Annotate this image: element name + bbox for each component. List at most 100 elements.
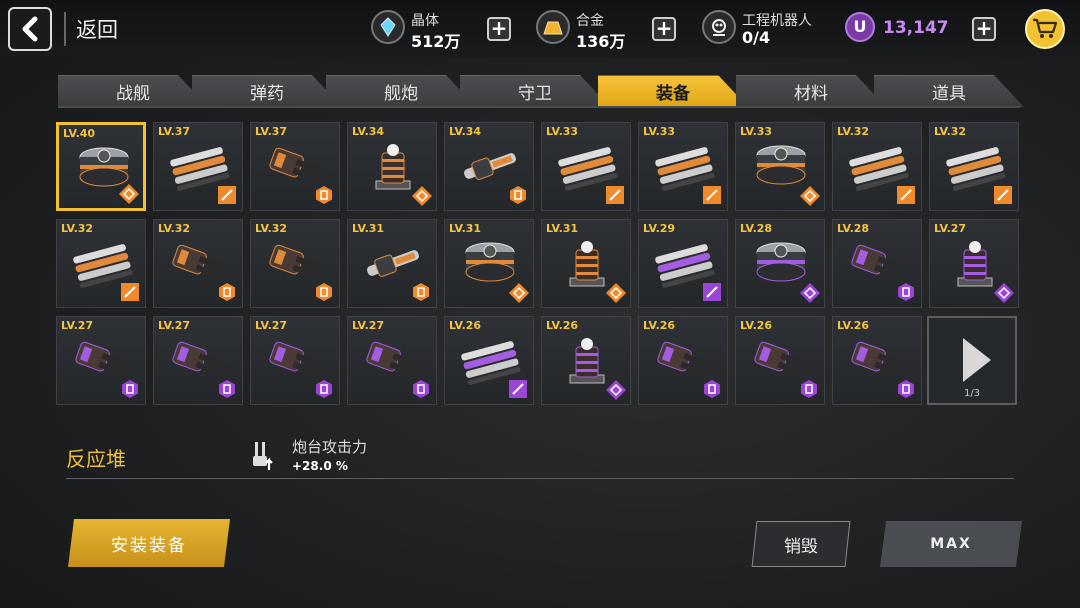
rarity-hex-icon	[217, 282, 237, 302]
item-level: LV.26	[740, 319, 773, 332]
equipment-slot[interactable]: LV.34	[444, 122, 534, 211]
rarity-diamond-icon	[799, 282, 820, 303]
item-level: LV.34	[352, 125, 385, 138]
divider	[64, 12, 66, 46]
equipment-slot[interactable]: LV.32	[250, 219, 340, 308]
rarity-hex-icon	[896, 379, 916, 399]
item-level: LV.26	[546, 319, 579, 332]
add-alloy-button[interactable]: +	[652, 17, 676, 41]
next-page-button[interactable]: 1/3	[927, 316, 1017, 405]
rarity-diamond-icon	[508, 282, 529, 303]
item-level: LV.33	[643, 125, 676, 138]
equipment-slot[interactable]: LV.28	[735, 219, 825, 308]
item-level: LV.33	[740, 125, 773, 138]
item-level: LV.37	[158, 125, 191, 138]
equipment-cannon-icon	[653, 335, 715, 385]
equipment-cannon-icon	[362, 335, 424, 385]
item-level: LV.29	[643, 222, 676, 235]
tab-equipment[interactable]: 装备	[598, 75, 748, 107]
back-label[interactable]: 返回	[76, 14, 118, 44]
equipment-slot[interactable]: LV.37	[250, 122, 340, 211]
destroy-button[interactable]: 销毁	[751, 521, 851, 567]
destroy-label: 销毁	[784, 536, 818, 557]
equipment-slot[interactable]: LV.26	[541, 316, 631, 405]
equipment-slot[interactable]: LV.26	[638, 316, 728, 405]
equipment-rail-icon	[362, 238, 424, 288]
rarity-square-icon	[896, 185, 916, 205]
page-indicator: 1/3	[963, 388, 981, 399]
equipment-slot[interactable]: LV.27	[56, 316, 146, 405]
equipment-cannon-icon	[168, 335, 230, 385]
equipment-armor-icon	[847, 141, 909, 191]
item-level: LV.31	[546, 222, 579, 235]
equipment-slot[interactable]: LV.29	[638, 219, 728, 308]
rarity-hex-icon	[314, 185, 334, 205]
item-level: LV.31	[352, 222, 385, 235]
tab-ammo[interactable]: 弹药	[192, 75, 342, 107]
robot-resource: 工程机器人 0/4	[702, 8, 832, 50]
equipment-slot[interactable]: LV.33	[541, 122, 631, 211]
equipment-cannon-icon	[847, 238, 909, 288]
tab-guards[interactable]: 守卫	[460, 75, 610, 107]
equipment-slot[interactable]: LV.27	[929, 219, 1019, 308]
chevron-left-icon	[22, 16, 38, 42]
install-equipment-button[interactable]: 安装装备	[68, 519, 230, 567]
equipment-slot[interactable]: LV.27	[153, 316, 243, 405]
item-level: LV.26	[643, 319, 676, 332]
equipment-slot[interactable]: LV.26	[735, 316, 825, 405]
rarity-hex-icon	[411, 282, 431, 302]
equipment-slot[interactable]: LV.37	[153, 122, 243, 211]
equipment-slot[interactable]: LV.40	[56, 122, 146, 211]
equipment-slot[interactable]: LV.34	[347, 122, 437, 211]
equipment-slot[interactable]: LV.26	[444, 316, 534, 405]
item-level: LV.32	[61, 222, 94, 235]
tab-naval-guns[interactable]: 舰炮	[326, 75, 476, 107]
equipment-slot[interactable]: LV.28	[832, 219, 922, 308]
equipment-slot[interactable]: LV.26	[832, 316, 922, 405]
shop-cart-button[interactable]	[1025, 9, 1065, 49]
equipment-slot[interactable]: LV.27	[250, 316, 340, 405]
u-currency-icon: U	[845, 12, 875, 42]
equipment-slot[interactable]: LV.27	[347, 316, 437, 405]
alloy-value: 136万	[576, 32, 626, 51]
tab-items[interactable]: 道具	[874, 75, 1024, 107]
tab-materials[interactable]: 材料	[736, 75, 886, 107]
item-level: LV.32	[255, 222, 288, 235]
equipment-slot[interactable]: LV.32	[56, 219, 146, 308]
equipment-cannon-icon	[265, 238, 327, 288]
item-level: LV.27	[352, 319, 385, 332]
item-level: LV.27	[61, 319, 94, 332]
rarity-diamond-icon	[118, 183, 139, 204]
equipment-tower-icon	[556, 335, 618, 385]
crystal-label: 晶体	[411, 13, 439, 29]
equipment-core-icon	[459, 238, 521, 288]
equipment-cannon-icon	[168, 238, 230, 288]
equipment-slot[interactable]: LV.33	[638, 122, 728, 211]
equipment-slot[interactable]: LV.32	[832, 122, 922, 211]
equipment-cannon-icon	[265, 141, 327, 191]
equipment-armor-icon	[653, 141, 715, 191]
equipment-slot[interactable]: LV.31	[444, 219, 534, 308]
rarity-hex-icon	[120, 379, 140, 399]
equipment-slot[interactable]: LV.33	[735, 122, 825, 211]
equipment-slot[interactable]: LV.31	[541, 219, 631, 308]
equipment-cannon-icon	[750, 335, 812, 385]
tab-warships[interactable]: 战舰	[58, 75, 208, 107]
item-level: LV.28	[837, 222, 870, 235]
equipment-core-icon	[750, 238, 812, 288]
equipment-slot[interactable]: LV.32	[153, 219, 243, 308]
back-button[interactable]	[8, 7, 52, 51]
turret-attack-icon	[250, 440, 278, 472]
rarity-square-icon	[702, 282, 722, 302]
equipment-core-icon	[750, 141, 812, 191]
equipment-cannon-icon	[265, 335, 327, 385]
max-button[interactable]: MAX	[880, 521, 1022, 567]
robot-icon	[702, 10, 736, 44]
equipment-slot[interactable]: LV.31	[347, 219, 437, 308]
rarity-hex-icon	[411, 379, 431, 399]
add-crystal-button[interactable]: +	[487, 17, 511, 41]
play-arrow-icon	[963, 338, 991, 382]
add-currency-button[interactable]: +	[972, 17, 996, 41]
rarity-hex-icon	[314, 379, 334, 399]
equipment-slot[interactable]: LV.32	[929, 122, 1019, 211]
